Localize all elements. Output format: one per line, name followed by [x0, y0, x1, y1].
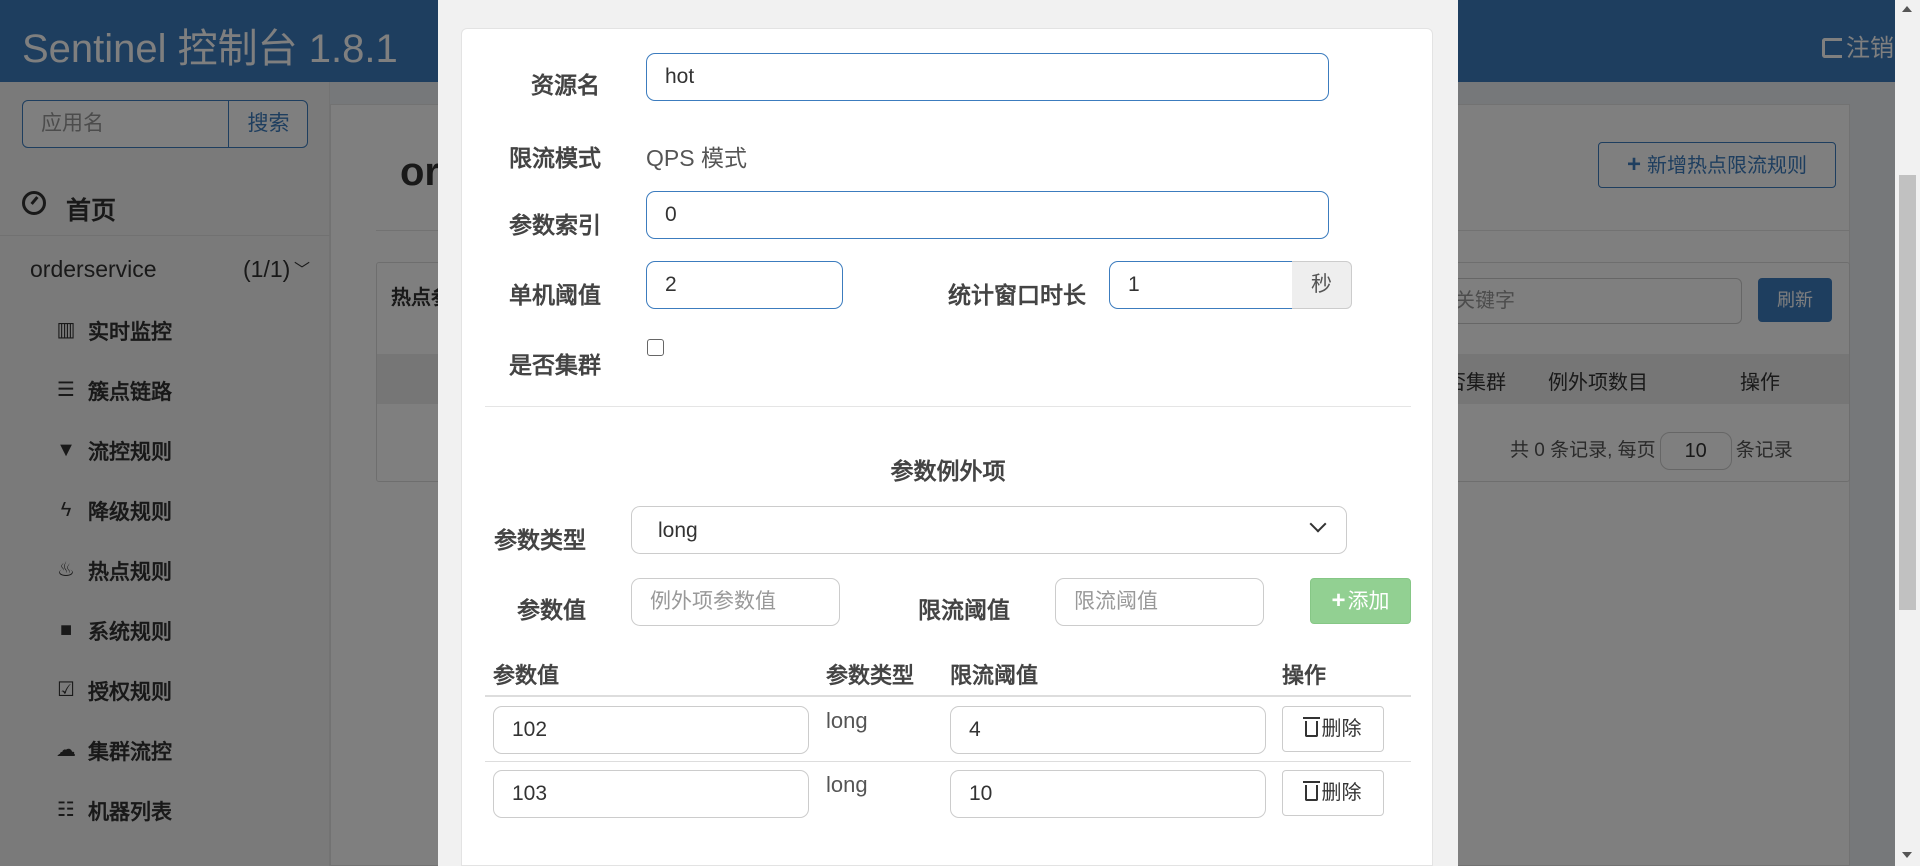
- limit-label: 限流阈值: [918, 597, 1010, 623]
- page-scrollbar[interactable]: [1895, 0, 1920, 866]
- trash-icon: [1302, 781, 1320, 801]
- exception-row-type: long: [826, 708, 868, 733]
- delete-label: 删除: [1321, 782, 1362, 804]
- mode-value: QPS 模式: [646, 145, 747, 171]
- window-unit: 秒: [1292, 261, 1352, 309]
- param-index-input[interactable]: [646, 191, 1329, 239]
- exception-row-limit-input[interactable]: [950, 770, 1266, 818]
- param-type-selected: long: [658, 519, 698, 542]
- section-divider: [485, 406, 1411, 407]
- chevron-down-icon: [1309, 515, 1327, 533]
- resource-label: 资源名: [531, 72, 600, 98]
- mode-label: 限流模式: [509, 145, 601, 171]
- exception-row-value-input[interactable]: [493, 770, 809, 818]
- threshold-label: 单机阈值: [509, 282, 601, 308]
- exception-col-value: 参数值: [493, 663, 560, 688]
- exception-row-value-input[interactable]: [493, 706, 809, 754]
- cluster-label: 是否集群: [509, 352, 601, 378]
- param-value-label: 参数值: [517, 597, 586, 623]
- delete-label: 删除: [1321, 718, 1362, 740]
- add-exception-label: 添加: [1347, 590, 1390, 613]
- cluster-checkbox[interactable]: [647, 339, 664, 356]
- exception-col-type: 参数类型: [826, 663, 915, 688]
- delete-exception-button[interactable]: 删除: [1282, 770, 1384, 816]
- window-input[interactable]: [1109, 261, 1293, 309]
- scrollbar-thumb[interactable]: [1899, 175, 1916, 610]
- exception-row-type: long: [826, 772, 868, 797]
- delete-exception-button[interactable]: 删除: [1282, 706, 1384, 752]
- scroll-up-icon[interactable]: [1902, 6, 1912, 12]
- exception-value-input[interactable]: [631, 578, 840, 626]
- param-type-label: 参数类型: [494, 527, 586, 553]
- exceptions-title: 参数例外项: [890, 458, 1006, 484]
- param-index-label: 参数索引: [509, 212, 601, 238]
- scroll-down-icon[interactable]: [1902, 852, 1912, 858]
- exception-col-limit: 限流阈值: [950, 663, 1039, 688]
- window-label: 统计窗口时长: [948, 282, 1086, 308]
- plus-icon: +: [1331, 587, 1346, 614]
- threshold-input[interactable]: [646, 261, 843, 309]
- resource-input[interactable]: [646, 53, 1329, 101]
- param-type-select[interactable]: long: [631, 506, 1347, 554]
- exception-col-action: 操作: [1282, 663, 1327, 688]
- exception-row-divider: [485, 761, 1411, 762]
- trash-icon: [1302, 717, 1320, 737]
- add-exception-button[interactable]: +添加: [1310, 578, 1411, 624]
- exception-header-line: [485, 695, 1411, 697]
- exception-row-limit-input[interactable]: [950, 706, 1266, 754]
- exception-limit-input[interactable]: [1055, 578, 1264, 626]
